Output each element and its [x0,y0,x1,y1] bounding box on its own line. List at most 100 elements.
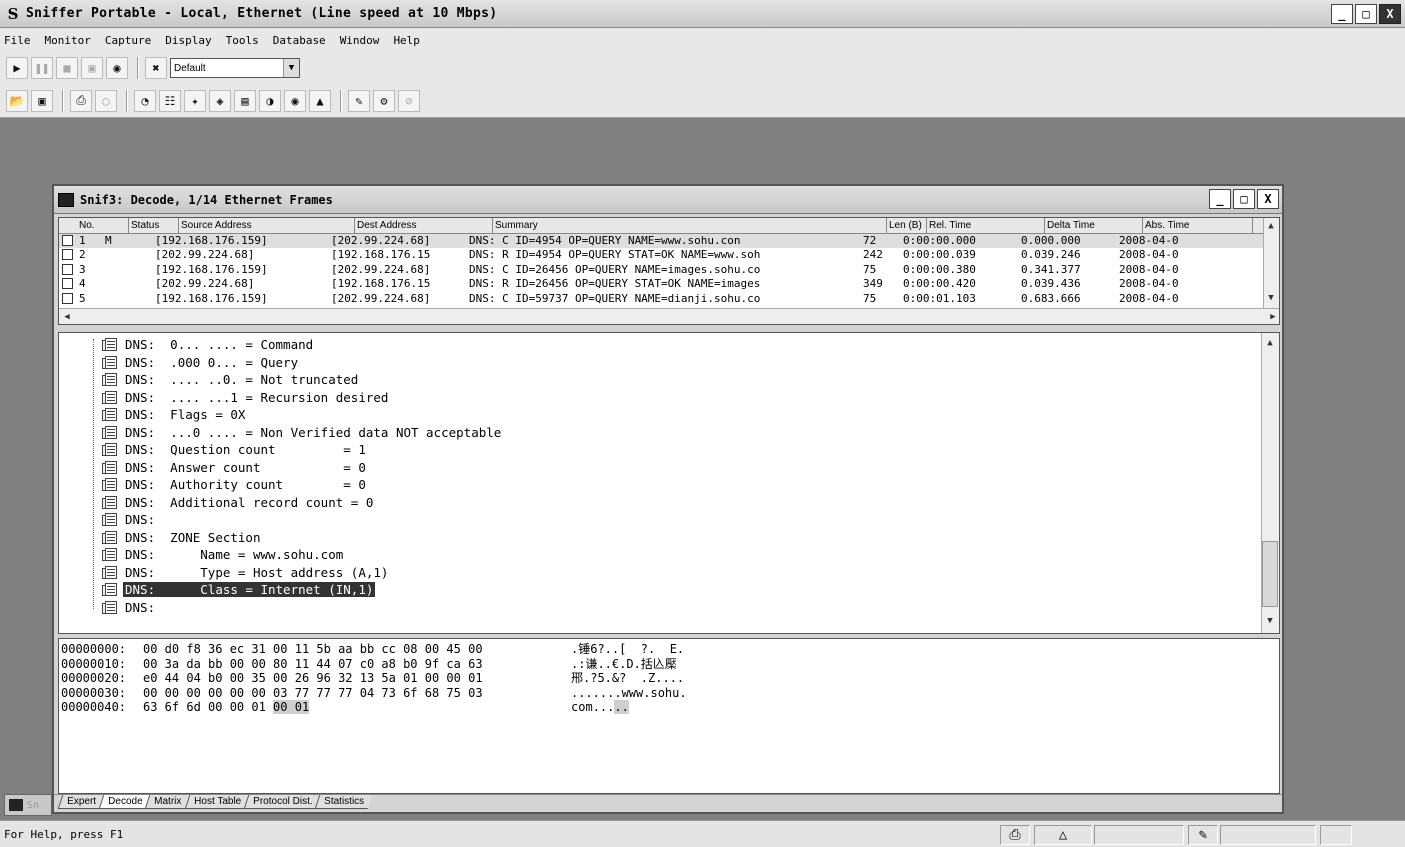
close-button[interactable]: X [1379,4,1401,24]
tab-host-table[interactable]: Host Table [184,795,249,809]
decode-line[interactable]: DNS: Type = Host address (A,1) [101,564,390,582]
col-source-address[interactable]: Source Address [179,218,355,233]
scroll-thumb[interactable] [1262,541,1278,607]
col-no[interactable]: No. [59,218,129,233]
cell-dst: [202.99.224.68] [331,262,431,276]
decode-line[interactable]: DNS: Name = www.sohu.com [101,546,345,564]
decode-line[interactable]: DNS: Question count = 1 [101,441,368,459]
decode-line[interactable]: DNS: Class = Internet (IN,1) [101,581,376,599]
global-stats-icon[interactable]: ◉ [284,89,306,112]
decode-value: .000 0... = Query [170,354,299,370]
tab-decode[interactable]: Decode [98,795,151,809]
tab-protocol-dist[interactable]: Protocol Dist. [243,795,321,809]
open-icon[interactable]: 📂 [6,89,28,112]
decode-line[interactable]: DNS: Answer count = 0 [101,459,368,477]
table-row[interactable]: 3 [192.168.176.159] [202.99.224.68] DNS: C … [59,263,1279,277]
decode-vscroll[interactable]: ▲ ▼ [1261,333,1279,633]
scroll-up-icon[interactable]: ▲ [1263,218,1279,234]
minimize-button[interactable]: _ [1331,4,1353,24]
table-row[interactable]: 2 [202.99.224.68] [192.168.176.15 DNS: R ID… [59,248,1279,262]
stop-icon[interactable]: ■ [56,57,78,79]
packet-list-vscroll[interactable]: ▲ ▼ [1263,218,1279,308]
print-preview-icon[interactable]: ◯ [95,89,117,112]
hex-bytes-selected: 00 01 [273,700,310,714]
decode-line[interactable]: DNS: .... ...1 = Recursion desired [101,389,390,407]
table-row[interactable]: 1 M [192.168.176.159] [202.99.224.68] DNS: C… [59,234,1279,249]
expert-icon[interactable]: ✎ [348,89,370,112]
hex-line[interactable]: 00000040: 63 6f 6d 00 00 01 00 01 com..... [61,700,629,715]
decode-line[interactable]: DNS: [101,599,172,617]
pause-icon[interactable]: ❚❚ [31,57,53,79]
alarm-log-icon[interactable]: ▲ [309,89,331,112]
capture-filter-icon[interactable]: ✖ [145,57,167,79]
save-icon[interactable]: ▣ [31,89,53,112]
status-help-text: For Help, press F1 [4,827,124,841]
col-summary[interactable]: Summary [493,218,887,233]
protocol-dist-icon[interactable]: ◑ [259,89,281,112]
decode-line[interactable]: DNS: Authority count = 0 [101,476,368,494]
decode-line[interactable]: DNS: Flags = 0X [101,406,247,424]
scroll-down-icon[interactable]: ▼ [1262,613,1278,629]
col-dest-address[interactable]: Dest Address [355,218,493,233]
menu-window[interactable]: Window [340,34,380,47]
menu-capture[interactable]: Capture [105,34,151,47]
menu-display[interactable]: Display [165,34,211,47]
row-checkbox[interactable] [62,263,73,275]
stop-and-display-icon[interactable]: ▣ [81,57,103,79]
print-icon[interactable]: ⎙ [70,89,92,112]
menu-database[interactable]: Database [273,34,326,47]
scroll-left-icon[interactable]: ◀ [59,309,75,324]
scroll-up-icon[interactable]: ▲ [1262,335,1278,351]
table-row[interactable]: 4 [202.99.224.68] [192.168.176.15 DNS: R ID… [59,277,1279,291]
child-close-button[interactable]: X [1257,189,1279,209]
decode-line[interactable]: DNS: 0... .... = Command [101,336,315,354]
child-minimize-button[interactable]: _ [1209,189,1231,209]
decode-line[interactable]: DNS: Additional record count = 0 [101,494,375,512]
row-checkbox[interactable] [62,278,73,290]
row-checkbox[interactable] [62,249,73,261]
tab-matrix[interactable]: Matrix [145,795,190,809]
decode-line[interactable]: DNS: ZONE Section [101,529,262,547]
decode-label: DNS: [125,442,156,458]
menu-tools[interactable]: Tools [226,34,259,47]
profile-select[interactable]: Default ▼ [170,58,300,78]
tab-expert[interactable]: Expert [57,795,105,809]
dashboard-icon[interactable]: ◔ [134,89,156,112]
application-response-icon[interactable]: ◈ [209,89,231,112]
row-checkbox[interactable] [62,292,73,304]
play-icon[interactable]: ▶ [6,57,28,79]
decode-line[interactable]: DNS: .000 0... = Query [101,354,300,372]
menu-monitor[interactable]: Monitor [45,34,91,47]
menu-file[interactable]: File [4,34,31,47]
col-delta-time[interactable]: Delta Time [1045,218,1143,233]
child-restore-button[interactable]: □ [1233,189,1255,209]
chevron-down-icon[interactable]: ▼ [283,59,299,77]
col-rel-time[interactable]: Rel. Time [927,218,1045,233]
restore-button[interactable]: □ [1355,4,1377,24]
decode-line[interactable]: DNS: .... ..0. = Not truncated [101,371,360,389]
table-row[interactable]: 5 [192.168.176.159] [202.99.224.68] DNS: C … [59,292,1279,306]
scroll-down-icon[interactable]: ▼ [1263,290,1279,306]
minimized-window[interactable]: Sn [4,794,52,816]
decode-line[interactable]: DNS: [101,511,172,529]
host-table-icon[interactable]: ☷ [159,89,181,112]
scroll-right-icon[interactable]: ▶ [1265,309,1279,324]
menu-help[interactable]: Help [393,34,420,47]
stop-gen-icon[interactable]: ⊘ [398,89,420,112]
hex-line[interactable]: 00000000: 00 d0 f8 36 ec 31 00 11 5b aa b… [61,642,684,657]
col-abs-time[interactable]: Abs. Time [1143,218,1253,233]
matrix-icon[interactable]: ✦ [184,89,206,112]
hex-line[interactable]: 00000020: e0 44 04 b0 00 35 00 26 96 32 1… [61,671,684,686]
col-status[interactable]: Status [129,218,179,233]
tab-statistics[interactable]: Statistics [314,795,373,809]
history-icon[interactable]: ▤ [234,89,256,112]
col-len[interactable]: Len (B) [887,218,927,233]
binoculars-icon[interactable]: ◉ [106,57,128,79]
hex-line[interactable]: 00000010: 00 3a da bb 00 00 80 11 44 07 c… [61,657,677,672]
packet-gen-icon[interactable]: ⚙ [373,89,395,112]
packet-list-hscroll[interactable]: ◀ ▶ [59,308,1279,324]
row-checkbox[interactable] [62,235,73,246]
cell-delta: 0.683.666 [1021,291,1081,305]
hex-line[interactable]: 00000030: 00 00 00 00 00 00 03 77 77 77 0… [61,686,687,701]
decode-line[interactable]: DNS: ...0 .... = Non Verified data NOT a… [101,424,503,442]
